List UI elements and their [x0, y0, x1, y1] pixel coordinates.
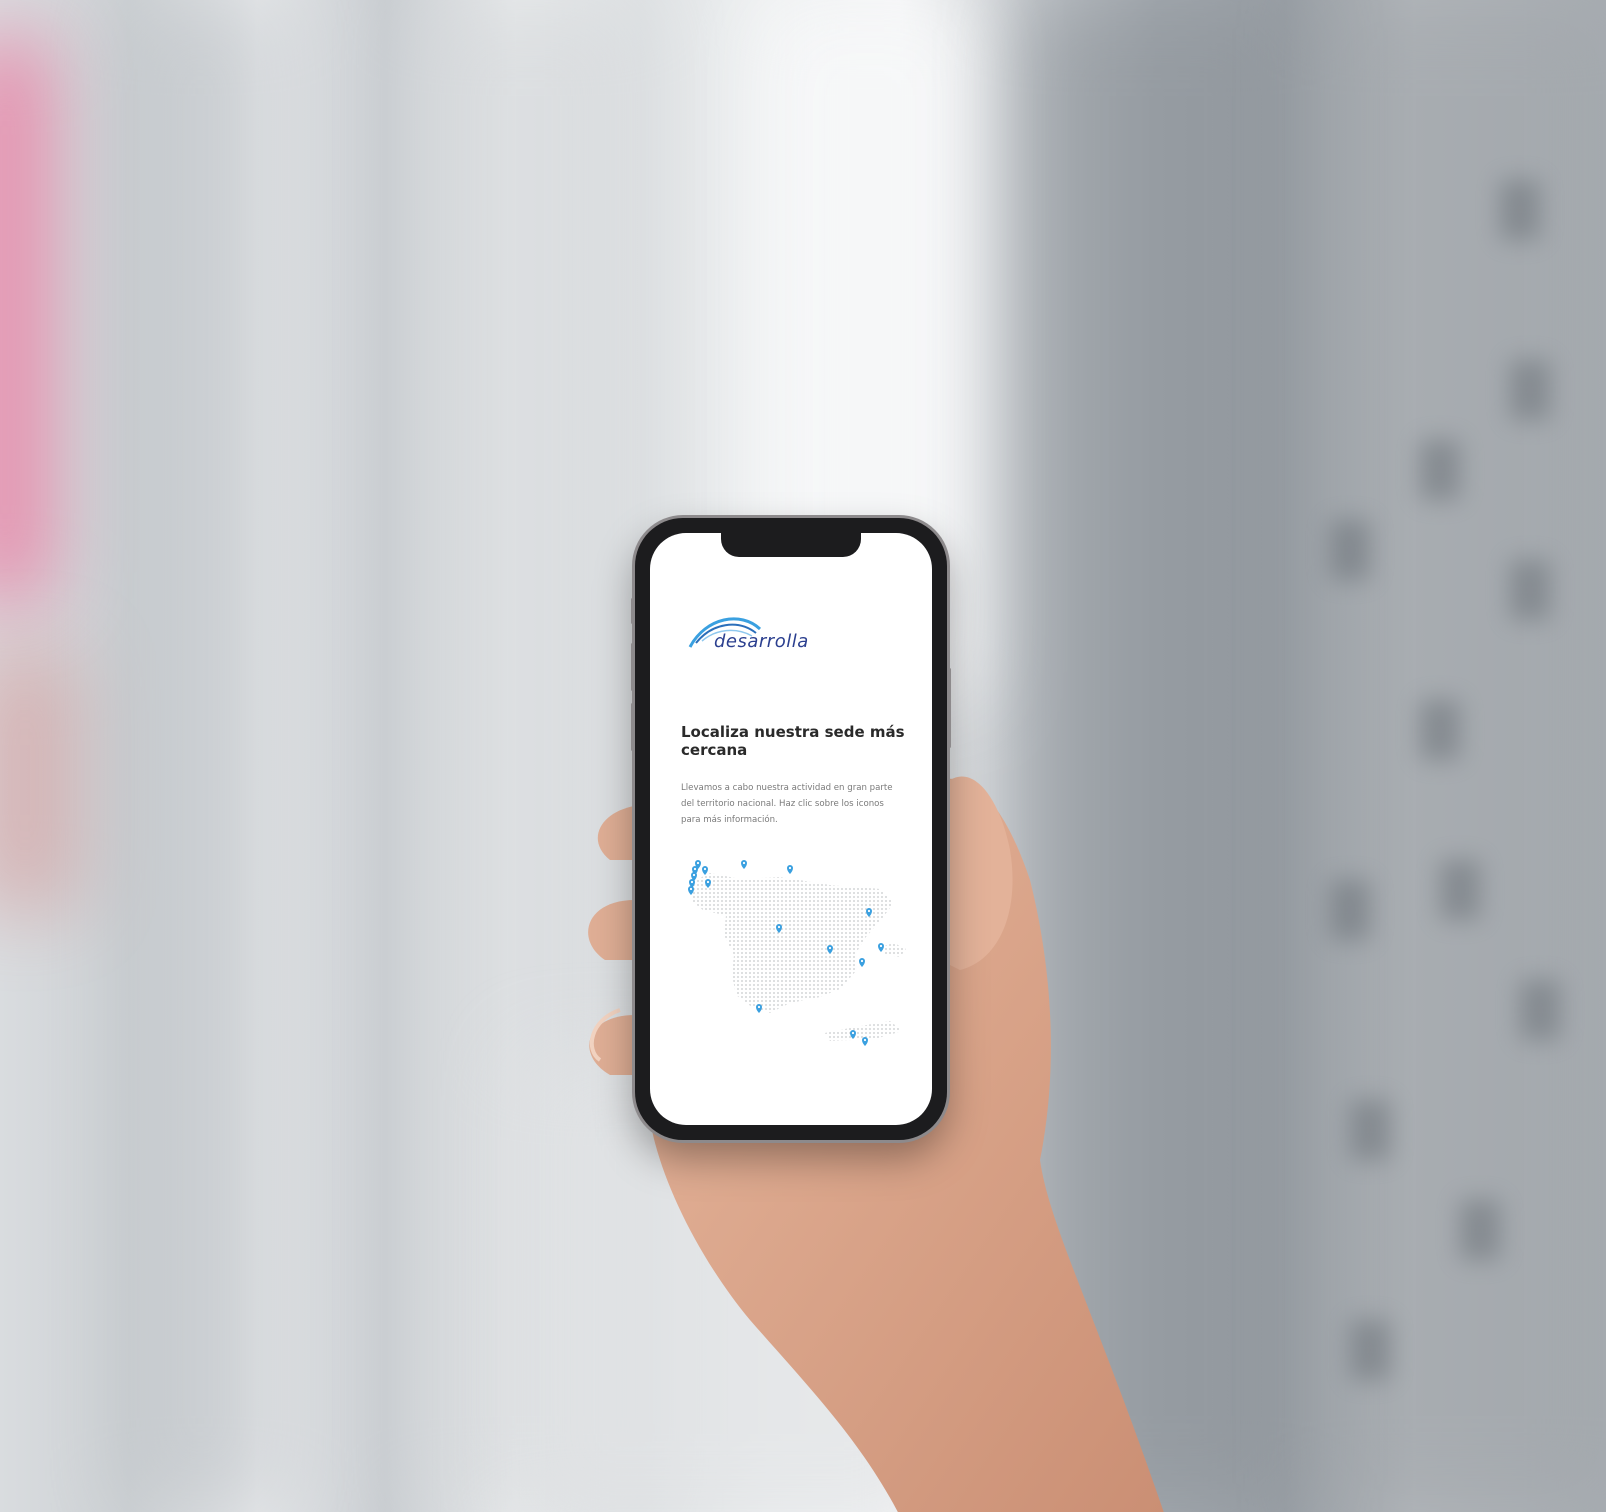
- brand-logo[interactable]: desarrolla: [686, 611, 836, 661]
- phone-notch: [721, 533, 861, 557]
- page-title: Localiza nuestra sede más cercana: [681, 723, 905, 759]
- page-description: Llevamos a cabo nuestra actividad en gra…: [681, 783, 893, 825]
- location-pin-icon[interactable]: [859, 958, 865, 967]
- location-pin-icon[interactable]: [787, 865, 793, 874]
- spain-dotted-map: [688, 860, 906, 1046]
- smartphone: desarrolla Localiza nuestra sede más cer…: [631, 518, 951, 1140]
- location-pin-icon[interactable]: [741, 860, 747, 869]
- phone-screen: desarrolla Localiza nuestra sede más cer…: [650, 533, 932, 1125]
- brand-name: desarrolla: [714, 631, 809, 652]
- location-pin-icon[interactable]: [702, 866, 708, 875]
- location-pin-icon[interactable]: [756, 1004, 762, 1013]
- location-pin-icon[interactable]: [862, 1037, 868, 1046]
